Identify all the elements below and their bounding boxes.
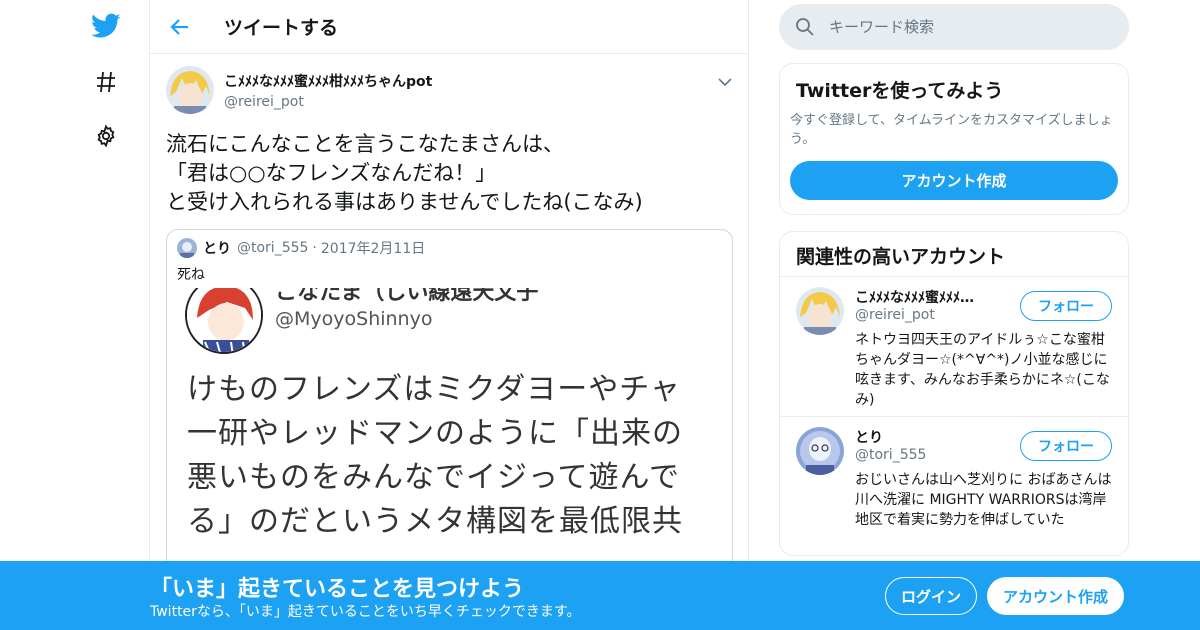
- search-icon: [796, 18, 814, 36]
- follow-button[interactable]: フォロー: [1020, 291, 1112, 321]
- gear-icon[interactable]: [90, 120, 122, 152]
- quote-header: とり @tori_555 · 2017年2月11日: [167, 230, 732, 258]
- page-title: ツイートする: [224, 17, 339, 39]
- author-name[interactable]: こﾒﾒﾒなﾒﾒﾒ蜜ﾒﾒﾒ柑ﾒﾒﾒちゃんpot: [224, 71, 432, 91]
- related-account[interactable]: とり @tori_555 フォロー おじいさんは山へ芝刈りに おばあさんは川へ洗…: [780, 417, 1128, 555]
- twitter-bird-icon[interactable]: [90, 10, 122, 42]
- related-account[interactable]: こﾒﾒﾒなﾒﾒﾒ蜜ﾒﾒﾒ… @reirei_pot フォロー ネトウヨ四天王のア…: [780, 277, 1128, 417]
- left-nav: [80, 0, 140, 630]
- login-button[interactable]: ログイン: [885, 577, 977, 615]
- account-handle: @reirei_pot: [855, 307, 935, 323]
- banner-signup-button[interactable]: アカウント作成: [987, 577, 1124, 615]
- chevron-down-icon[interactable]: [718, 72, 732, 91]
- quote-image[interactable]: こなたま（しい線遠天文子 @MyoyoShinnyo けものフレンズはミクダヨー…: [167, 288, 732, 588]
- page: ツイートする こﾒﾒﾒなﾒﾒﾒ蜜ﾒﾒﾒ柑ﾒﾒﾒちゃんpot @reirei_po…: [0, 0, 1200, 630]
- account-handle: @tori_555: [855, 447, 927, 463]
- signup-card-title: Twitterを使ってみよう: [796, 80, 1004, 102]
- follow-button[interactable]: フォロー: [1020, 431, 1112, 461]
- avatar[interactable]: [166, 66, 214, 114]
- signup-card: Twitterを使ってみよう 今すぐ登録して、タイムラインをカスタマイズしましょ…: [779, 63, 1129, 215]
- account-name[interactable]: とり: [855, 427, 1005, 447]
- quote-author-name: とり: [203, 241, 231, 257]
- main-column: ツイートする こﾒﾒﾒなﾒﾒﾒ蜜ﾒﾒﾒ柑ﾒﾒﾒちゃんpot @reirei_po…: [149, 0, 749, 630]
- tweet-author: こﾒﾒﾒなﾒﾒﾒ蜜ﾒﾒﾒ柑ﾒﾒﾒちゃんpot @reirei_pot: [166, 64, 732, 116]
- avatar[interactable]: [796, 287, 844, 335]
- signup-card-subtitle: 今すぐ登録して、タイムラインをカスタマイズしましょう。: [790, 113, 1113, 147]
- back-arrow-icon: [170, 18, 188, 35]
- quote-separator: ·: [312, 240, 317, 256]
- search-input[interactable]: [829, 18, 1109, 36]
- avatar[interactable]: [796, 427, 844, 475]
- banner-title: 「いま」起きていることを見つけよう: [150, 577, 525, 602]
- image-handle: @MyoyoShinnyo: [275, 308, 433, 330]
- quote-avatar: [177, 238, 197, 258]
- quote-date: 2017年2月11日: [320, 241, 426, 257]
- banner-subtitle: Twitterなら、「いま」起きていることをいち早くチェックできます。: [150, 604, 581, 620]
- account-bio: ネトウヨ四天王のアイドルぅ☆こな蜜柑ちゃんダヨー☆(*^∀^*)ノ小並な感じに呟…: [855, 332, 1110, 408]
- author-handle[interactable]: @reirei_pot: [224, 94, 432, 110]
- bottom-banner: 「いま」起きていることを見つけよう Twitterなら、「いま」起きていることを…: [0, 561, 1200, 630]
- quoted-tweet[interactable]: とり @tori_555 · 2017年2月11日 死ね こなたま（しい線遠天文…: [166, 229, 733, 589]
- tweet: こﾒﾒﾒなﾒﾒﾒ蜜ﾒﾒﾒ柑ﾒﾒﾒちゃんpot @reirei_pot 流石にこん…: [150, 54, 748, 589]
- image-display-name: こなたま（しい線遠天文子: [275, 288, 539, 305]
- back-button[interactable]: [150, 0, 210, 54]
- tweet-text: 流石にこんなことを言うこなたまさんは、 「君は○○なフレンズなんだね！」 と受け…: [166, 132, 643, 214]
- hashtag-icon[interactable]: [90, 66, 122, 98]
- account-name[interactable]: こﾒﾒﾒなﾒﾒﾒ蜜ﾒﾒﾒ…: [855, 287, 1005, 307]
- related-accounts-card: 関連性の高いアカウント こﾒﾒﾒなﾒﾒﾒ蜜ﾒﾒﾒ… @reirei_pot フォ…: [779, 231, 1129, 556]
- related-accounts-title: 関連性の高いアカウント: [780, 232, 1128, 277]
- quote-author-handle: @tori_555: [237, 240, 309, 256]
- signup-button[interactable]: アカウント作成: [790, 161, 1118, 200]
- account-bio: おじいさんは山へ芝刈りに おばあさんは川へ洗濯に MIGHTY WARRIORS…: [855, 472, 1112, 528]
- image-text: けものフレンズはミクダヨーやチャ 一研やレッドマンのように「出来の 悪いものをみ…: [187, 372, 683, 539]
- main-header: ツイートする: [150, 0, 748, 54]
- image-avatar: [185, 288, 263, 354]
- search-box[interactable]: [779, 4, 1129, 50]
- quote-text: 死ね: [177, 267, 205, 283]
